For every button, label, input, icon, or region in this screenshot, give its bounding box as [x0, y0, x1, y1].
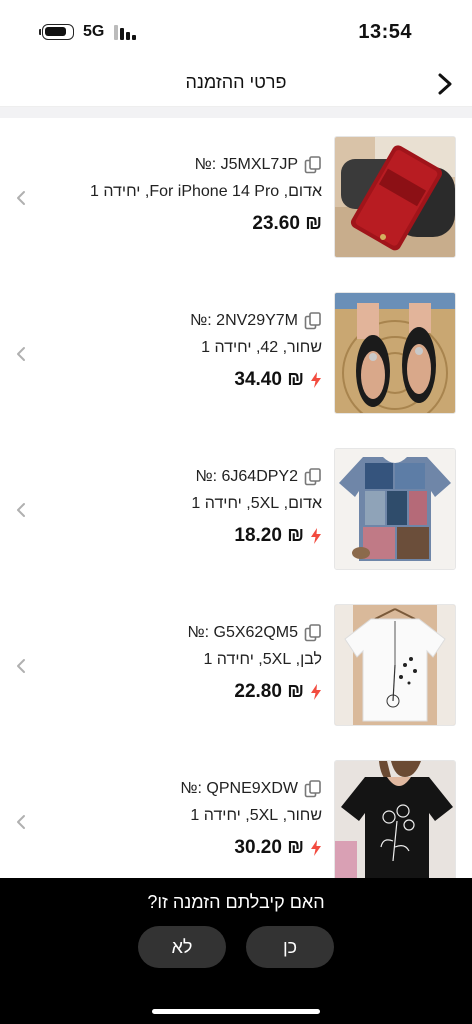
no-button[interactable]: לא: [138, 926, 226, 968]
product-image[interactable]: [334, 604, 456, 726]
copy-icon[interactable]: [304, 624, 322, 642]
order-item-details: לבן, 5XL, יחידה 1: [203, 651, 322, 668]
order-item-price: ₪ 34.40: [234, 369, 304, 390]
order-item-number: №: J5MXL7JP: [194, 156, 298, 173]
order-item[interactable]: №: G5X62QM5 לבן, 5XL, יחידה 1 ₪ 22.80: [0, 586, 472, 742]
section-divider: [0, 107, 472, 118]
order-item-details: אדום, For iPhone 14 Pro, יחידה 1: [90, 183, 322, 200]
flash-sale-icon: [311, 840, 321, 856]
page-title: פרטי ההזמנה: [185, 72, 287, 92]
copy-icon[interactable]: [304, 312, 322, 330]
order-item-details: אדום, 5XL, יחידה 1: [191, 495, 322, 512]
copy-icon[interactable]: [304, 468, 322, 486]
order-item[interactable]: №: QPNE9XDW שחור, 5XL, יחידה 1 ₪ 30.20: [0, 742, 472, 878]
order-item-number: №: 6J64DPY2: [195, 468, 298, 485]
flash-sale-icon: [311, 684, 321, 700]
yes-button[interactable]: כן: [246, 926, 334, 968]
battery-icon: [39, 24, 74, 40]
product-image[interactable]: [334, 448, 456, 570]
order-item[interactable]: №: 6J64DPY2 אדום, 5XL, יחידה 1 ₪ 18.20: [0, 430, 472, 586]
order-item-list: №: J5MXL7JP אדום, For iPhone 14 Pro, יחי…: [0, 118, 472, 878]
order-received-question: האם קיבלתם הזמנה זו?: [147, 892, 325, 912]
back-chevron-icon[interactable]: [434, 72, 456, 96]
order-item[interactable]: №: 2NV29Y7M שחור, 42, יחידה 1 ₪ 34.40: [0, 274, 472, 430]
product-image[interactable]: [334, 136, 456, 258]
flash-sale-icon: [311, 528, 321, 544]
chevron-left-icon[interactable]: [16, 346, 26, 362]
order-item-number: №: QPNE9XDW: [180, 780, 298, 797]
order-item-price: ₪ 18.20: [234, 525, 304, 546]
order-received-prompt: האם קיבלתם הזמנה זו? כן לא: [0, 878, 472, 1024]
home-indicator: [152, 1009, 320, 1014]
copy-icon[interactable]: [304, 780, 322, 798]
chevron-left-icon[interactable]: [16, 814, 26, 830]
order-item-price: ₪ 30.20: [234, 837, 304, 858]
chevron-left-icon[interactable]: [16, 190, 26, 206]
order-item-price: ₪ 22.80: [234, 681, 304, 702]
signal-bars-icon: [114, 24, 138, 40]
network-type: 5G: [83, 23, 105, 40]
chevron-left-icon[interactable]: [16, 658, 26, 674]
order-item-price: ₪ 23.60: [252, 213, 322, 234]
status-bar: 5G 13:54: [0, 0, 472, 62]
order-item-number: №: 2NV29Y7M: [190, 312, 298, 329]
order-item-details: שחור, 42, יחידה 1: [201, 339, 322, 356]
nav-bar: פרטי ההזמנה: [0, 62, 472, 107]
copy-icon[interactable]: [304, 156, 322, 174]
chevron-left-icon[interactable]: [16, 502, 26, 518]
product-image[interactable]: [334, 760, 456, 878]
status-time: 13:54: [358, 21, 412, 43]
product-image[interactable]: [334, 292, 456, 414]
order-item[interactable]: №: J5MXL7JP אדום, For iPhone 14 Pro, יחי…: [0, 118, 472, 274]
flash-sale-icon: [311, 372, 321, 388]
order-item-details: שחור, 5XL, יחידה 1: [190, 807, 322, 824]
order-item-number: №: G5X62QM5: [187, 624, 298, 641]
